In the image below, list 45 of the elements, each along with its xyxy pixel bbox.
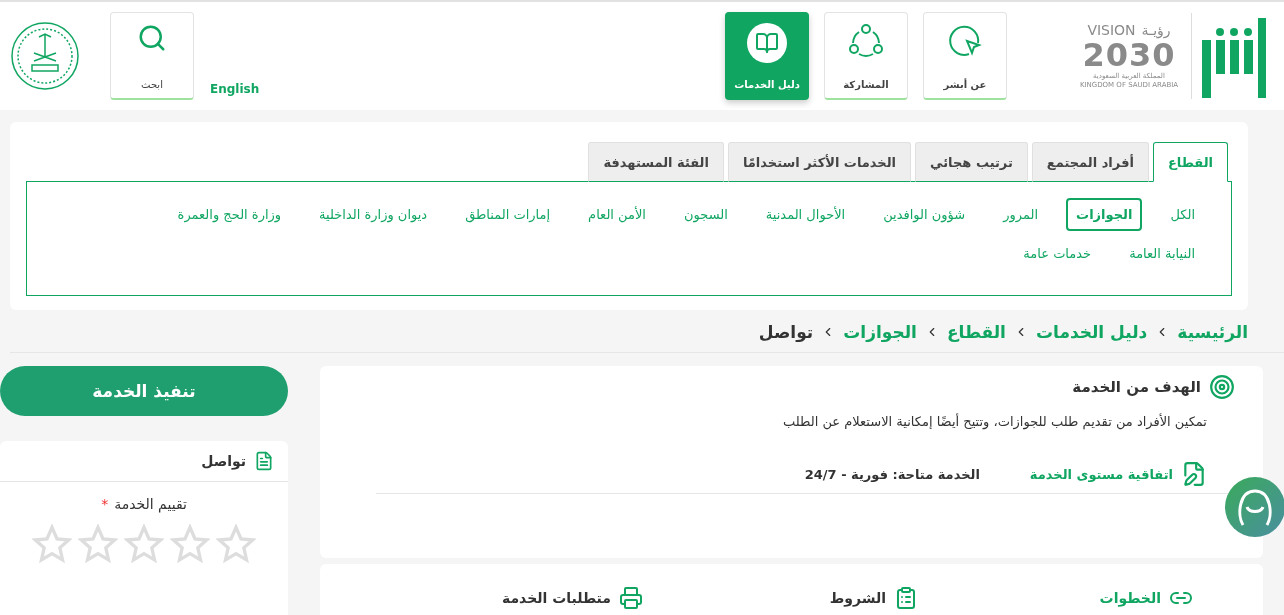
breadcrumb-link[interactable]: تواصل xyxy=(758,322,814,342)
nav-button[interactable]: المشاركة xyxy=(824,12,908,100)
language-link[interactable]: English xyxy=(210,82,260,96)
vision-year: 2030 xyxy=(1082,38,1176,72)
detail-tab[interactable]: الخطوات xyxy=(918,586,1193,610)
search-icon xyxy=(137,23,167,53)
rating-label: تقييم الخدمة xyxy=(114,496,187,512)
category-tab[interactable]: القطاع xyxy=(1152,142,1228,182)
pointer-icon xyxy=(947,23,983,59)
execute-button[interactable]: تنفيذ الخدمة xyxy=(0,366,288,416)
star-icon[interactable] xyxy=(124,524,164,564)
checklist-icon xyxy=(894,586,918,610)
star-icon[interactable] xyxy=(78,524,118,564)
emblem-icon xyxy=(10,21,80,91)
star-icon[interactable] xyxy=(32,524,72,564)
category-tab[interactable]: ترتيب هجائي xyxy=(915,142,1028,182)
goal-description: تمكين الأفراد من تقديم طلب للجوازات، وتتيح أيضًا إمكانية الاستعلام عن الطلب xyxy=(782,414,1207,429)
breadcrumb-link[interactable]: دليل الخدمات xyxy=(1035,322,1148,342)
availability-text: الخدمة متاحة: فورية - 24/7 xyxy=(804,466,980,482)
search-button[interactable]: ابحث xyxy=(110,12,194,100)
document-pen-icon xyxy=(1181,461,1207,487)
network-icon xyxy=(848,23,884,59)
sector-filter[interactable]: الجوازات xyxy=(1066,198,1143,231)
star-icon[interactable] xyxy=(170,524,210,564)
book-icon xyxy=(755,31,779,55)
category-tab[interactable]: الخدمات الأكثر استخدامًا xyxy=(727,142,912,182)
vision-latin: VISION xyxy=(1087,22,1136,38)
breadcrumb-link[interactable]: القطاع xyxy=(946,322,1006,342)
document-icon xyxy=(254,451,274,471)
vision-arabic: رؤيـة xyxy=(1141,22,1171,38)
star-icon[interactable] xyxy=(216,524,256,564)
sla-label: اتفاقية مستوى الخدمة xyxy=(1029,466,1173,482)
required-mark: * xyxy=(101,496,109,512)
breadcrumb-link[interactable]: الجوازات xyxy=(843,322,917,342)
category-tab[interactable]: الفئة المستهدفة xyxy=(588,142,724,182)
detail-tab[interactable]: الشروط xyxy=(643,586,918,610)
section-title: الهدف من الخدمة xyxy=(1072,378,1201,396)
printer-icon xyxy=(619,586,643,610)
detail-tab[interactable]: متطلبات الخدمة xyxy=(368,586,643,610)
breadcrumb-link[interactable]: الرئيسية xyxy=(1177,322,1248,342)
target-icon xyxy=(1209,374,1235,400)
category-tab[interactable]: أفراد المجتمع xyxy=(1031,142,1149,182)
nav-button[interactable]: دليل الخدمات xyxy=(725,12,809,100)
card-title: تواصل xyxy=(201,453,246,469)
nav-button[interactable]: عن أبشر xyxy=(923,12,1007,100)
